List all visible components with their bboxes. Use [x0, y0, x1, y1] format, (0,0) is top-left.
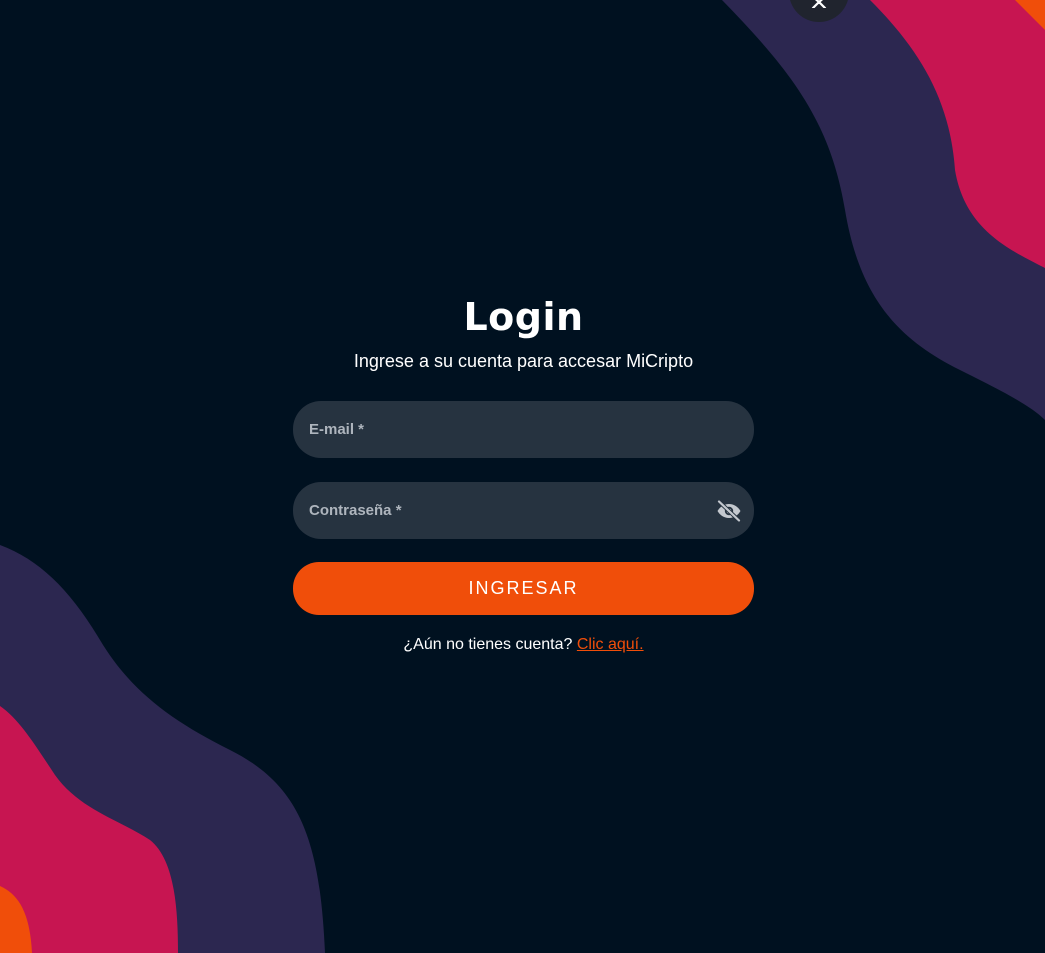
page-title: Login: [463, 295, 584, 339]
ingresar-button[interactable]: INGRESAR: [293, 562, 754, 615]
login-page: Login Ingrese a su cuenta para accesar M…: [0, 0, 1045, 953]
close-icon: [811, 0, 827, 8]
page-subtitle: Ingrese a su cuenta para accesar MiCript…: [353, 351, 694, 371]
password-field-label: Contraseña *: [309, 502, 402, 519]
login-form: Login Ingrese a su cuenta para accesar M…: [293, 290, 754, 656]
password-field[interactable]: Contraseña *: [293, 482, 754, 539]
eye-off-icon: [717, 499, 741, 522]
signup-prompt: ¿Aún no tienes cuenta?: [403, 636, 573, 653]
email-field-label: E-mail *: [309, 421, 365, 438]
signup-row: ¿Aún no tienes cuenta? Clic aquí.: [403, 634, 643, 656]
signup-link[interactable]: Clic aquí.: [577, 636, 644, 653]
password-visibility-toggle[interactable]: [716, 498, 742, 524]
email-field[interactable]: E-mail *: [293, 401, 754, 458]
